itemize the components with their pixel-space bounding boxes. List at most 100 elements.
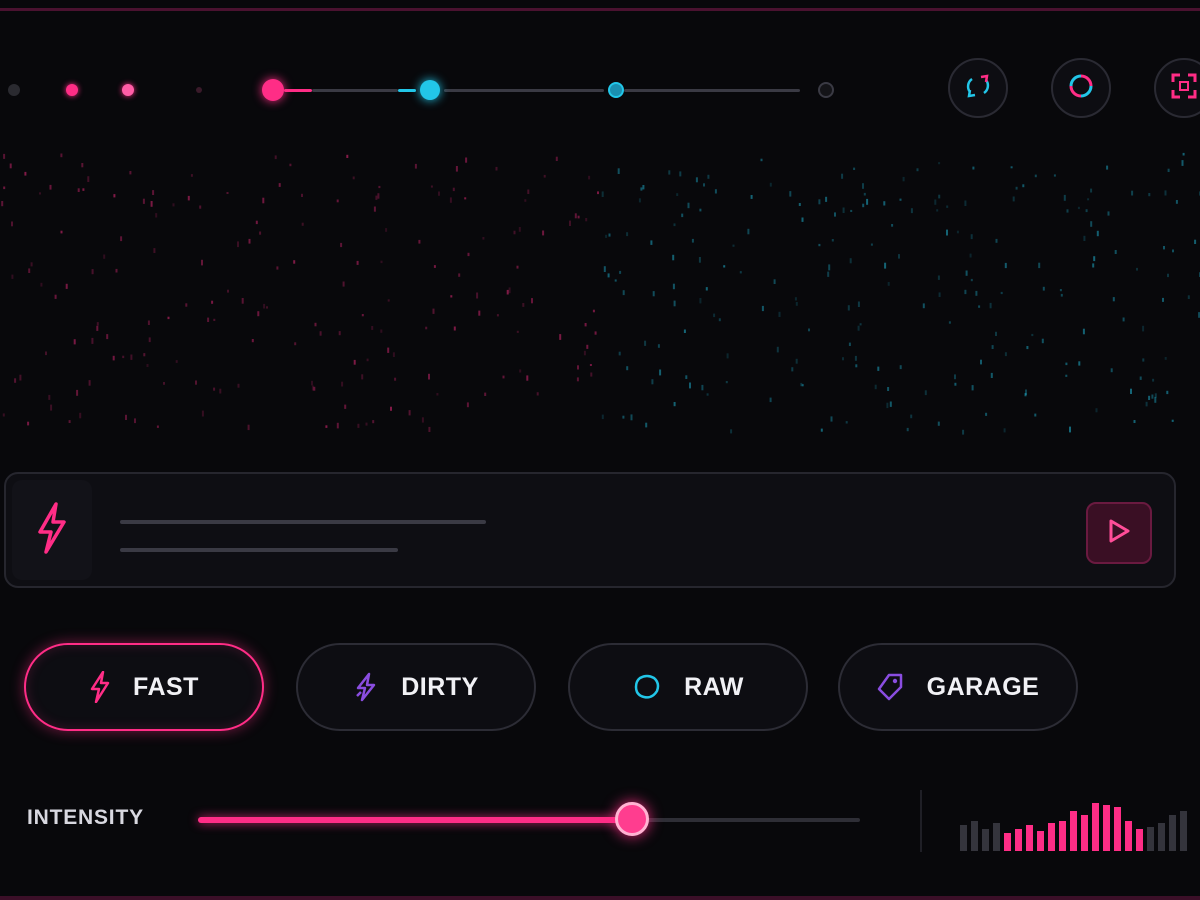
track-line-3 (624, 89, 800, 92)
prompt-panel[interactable] (4, 472, 1176, 588)
waveform-particle (617, 168, 620, 174)
expand-button[interactable] (1154, 58, 1200, 118)
waveform-particle (1000, 291, 1003, 295)
play-button[interactable] (1086, 502, 1152, 564)
waveform-particle (496, 314, 499, 317)
waveform-particle (937, 275, 940, 280)
waveform-particle (850, 209, 853, 212)
waveform-particle (278, 183, 281, 187)
waveform-particle (91, 269, 94, 275)
style-chip-fast[interactable]: FAST (24, 643, 264, 731)
waveform-particle (638, 198, 641, 203)
cue-node[interactable] (420, 80, 440, 100)
waveform-particle (1012, 196, 1015, 202)
waveform-particle (555, 156, 558, 161)
waveform-particle (387, 347, 390, 353)
waveform-particle (1096, 230, 1099, 237)
waveform-particle (597, 191, 599, 195)
style-chip-garage[interactable]: GARAGE (838, 643, 1078, 731)
waveform-particle (342, 281, 345, 287)
meter-bar (1092, 803, 1099, 851)
meter-bar (993, 823, 1000, 851)
waveform-particle (199, 205, 202, 209)
track-end-node[interactable] (818, 82, 834, 98)
step-dot-1[interactable] (66, 84, 78, 96)
waveform-particle (1, 201, 4, 207)
waveform-particle (725, 381, 728, 384)
waveform-particle (45, 351, 47, 356)
waveform-particle (874, 384, 877, 390)
waveform-particle (1090, 221, 1093, 227)
waveform-particle (519, 369, 522, 373)
waveform-particle (795, 358, 798, 364)
waveform-particle (148, 337, 151, 343)
waveform-particle (1171, 419, 1174, 422)
marker-node[interactable] (608, 82, 624, 98)
waveform-particle (49, 184, 52, 190)
meter-bar (1059, 821, 1066, 851)
waveform-particle (325, 425, 328, 428)
waveform-particle (455, 166, 458, 172)
waveform-particle (344, 404, 347, 409)
waveform-particle (1164, 190, 1167, 196)
step-dot-3 (196, 87, 202, 93)
waveform-particle (115, 268, 118, 273)
playhead-node[interactable] (262, 79, 284, 101)
waveform-particle (187, 195, 190, 201)
waveform-particle (506, 289, 509, 295)
slider-thumb[interactable] (615, 802, 650, 836)
waveform-particle (946, 205, 949, 208)
meter-bar (1169, 815, 1176, 851)
loop-icon (1066, 71, 1096, 106)
waveform-particle (9, 163, 12, 169)
style-chip-label: RAW (684, 672, 744, 701)
waveform-particle (1148, 395, 1151, 400)
loop-button[interactable] (1051, 58, 1111, 118)
style-chip-dirty[interactable]: DIRTY (296, 643, 536, 731)
waveform-particle (241, 298, 244, 304)
shuffle-button[interactable] (948, 58, 1008, 118)
waveform-particle (392, 352, 395, 357)
waveform-particle (251, 339, 254, 343)
waveform-display[interactable] (0, 140, 1200, 440)
waveform-particle (1145, 401, 1148, 407)
waveform-particle (237, 383, 240, 388)
waveform-particle (408, 410, 411, 416)
waveform-particle (681, 213, 684, 218)
waveform-particle (849, 258, 852, 264)
waveform-particle (946, 229, 948, 236)
waveform-particle (866, 198, 869, 205)
waveform-particle (1194, 239, 1197, 244)
waveform-particle (1063, 194, 1066, 201)
waveform-particle (847, 305, 850, 311)
waveform-particle (79, 412, 82, 419)
meter-bar (982, 829, 989, 851)
waveform-particle (699, 298, 702, 304)
waveform-particle (536, 392, 539, 396)
waveform-particle (1112, 297, 1115, 302)
waveform-particle (1022, 184, 1025, 188)
waveform-particle (508, 287, 511, 294)
waveform-particle (668, 170, 671, 175)
waveform-particle (975, 290, 978, 296)
waveform-particle (81, 163, 84, 168)
waveform-particle (683, 329, 686, 333)
waveform-particle (685, 375, 688, 379)
waveform-particle (301, 193, 303, 197)
step-track[interactable] (0, 70, 860, 110)
waveform-particle (40, 282, 43, 287)
waveform-particle (1163, 246, 1165, 250)
waveform-particle (163, 382, 165, 385)
style-chip-label: GARAGE (926, 672, 1040, 701)
waveform-particle (883, 201, 886, 206)
style-chip-raw[interactable]: RAW (568, 643, 808, 731)
intensity-slider[interactable] (198, 800, 860, 840)
waveform-particle (430, 185, 433, 188)
waveform-particle (1065, 374, 1068, 377)
step-dot-2[interactable] (122, 84, 134, 96)
waveform-particle (1003, 428, 1006, 433)
waveform-particle (150, 201, 153, 207)
waveform-particle (898, 254, 900, 259)
waveform-particle (706, 393, 709, 396)
waveform-particle (831, 239, 834, 242)
